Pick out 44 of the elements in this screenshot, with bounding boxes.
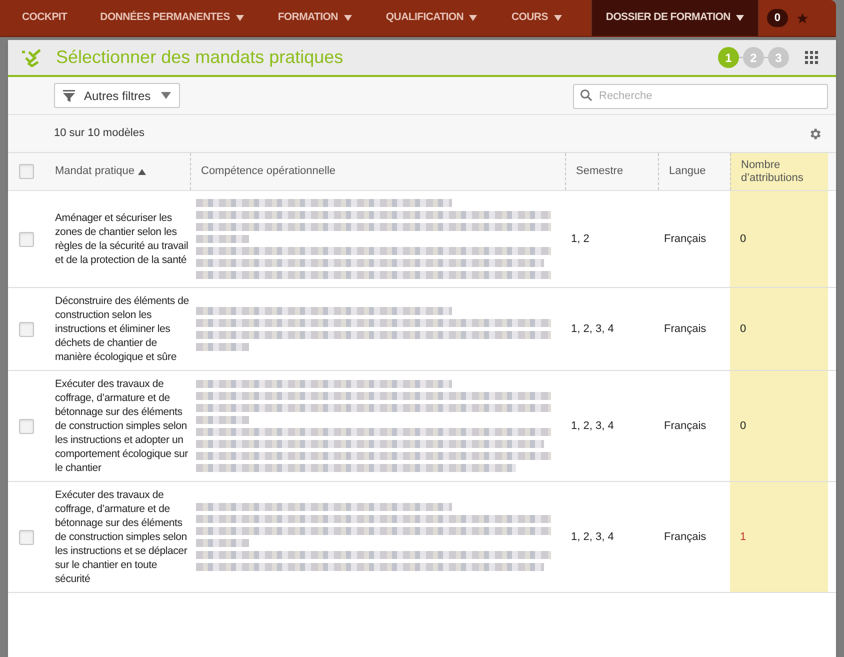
result-count: 10 sur 10 modèles xyxy=(54,126,144,142)
search-field[interactable]: Recherche xyxy=(573,84,828,108)
caret-icon xyxy=(160,92,171,99)
filter-dropdown-button[interactable]: Autres filtres xyxy=(54,83,180,108)
checkbox[interactable] xyxy=(19,164,34,179)
table-cell-text: 1 xyxy=(740,530,746,545)
table-cell-text: Français xyxy=(664,322,706,337)
table-cell-text: 0 xyxy=(740,232,746,247)
nav-menu-item[interactable]: QUALIFICATION xyxy=(368,0,494,36)
panel-title: Sélectionner des mandats pratiques xyxy=(56,46,344,69)
table-cell-text: Français xyxy=(664,530,706,545)
column-header[interactable]: Compétence opérationnelle xyxy=(190,153,565,190)
table-cell-text: Exécuter des travaux de coffrage, d’armature et de bétonnage sur des éléments de construction simples selon les instructions et adopter un comportement écologique sur le chantier xyxy=(55,377,189,475)
checklist-icon xyxy=(20,48,42,66)
table-cell-text: 1, 2, 3, 4 xyxy=(571,322,614,337)
table-cell-text: 1, 2, 3, 4 xyxy=(571,418,614,434)
checkbox[interactable] xyxy=(19,418,34,434)
column-header[interactable]: Semestre xyxy=(565,153,658,190)
table-cell-text: Aménager et sécuriser les zones de chantier selon les règles de la sécurité au travail et de la protection de la santé xyxy=(55,211,190,267)
notification-badge[interactable]: 0 xyxy=(767,8,788,28)
search-icon xyxy=(580,89,592,101)
column-header[interactable]: Mandat pratique xyxy=(45,153,190,190)
sort-ascending-icon xyxy=(138,168,146,174)
checkbox[interactable] xyxy=(19,322,34,336)
table-cell-text: 0 xyxy=(740,418,746,434)
grid-menu-icon[interactable] xyxy=(805,51,818,64)
table-cell-text: Français xyxy=(664,232,706,247)
funnel-icon xyxy=(63,90,75,102)
nav-menu-item[interactable]: COURS xyxy=(494,0,579,36)
checkbox[interactable] xyxy=(19,232,34,246)
table-cell-text: Français xyxy=(664,418,706,434)
checkbox[interactable] xyxy=(19,530,34,544)
nav-menu-item[interactable]: COCKPIT xyxy=(8,0,84,36)
column-header[interactable]: Nombre d’attributions xyxy=(730,153,828,190)
nav-menu-item[interactable]: FORMATION xyxy=(260,0,369,36)
table-cell-text: 1, 2 xyxy=(571,232,590,247)
table-cell-text: Exécuter des travaux de coffrage, d’armature et de bétonnage sur des éléments de construction simples selon les instructions et se déplacer sur le chantier en toute sécurité xyxy=(55,488,188,586)
star-icon[interactable] xyxy=(796,12,809,24)
nav-menu-item[interactable]: DONNÉES PERMANENTES xyxy=(83,0,261,36)
table-cell-text: 1, 2, 3, 4 xyxy=(571,530,614,545)
settings-icon[interactable] xyxy=(808,126,822,140)
table-cell-text: 0 xyxy=(740,322,746,337)
nav-menu-item[interactable]: DOSSIER DE FORMATION xyxy=(590,0,760,36)
table-cell: Déconstruire des éléments de construction selon les instructions et éliminer les déchets de chantier de manière écologique et sûre xyxy=(55,294,190,364)
